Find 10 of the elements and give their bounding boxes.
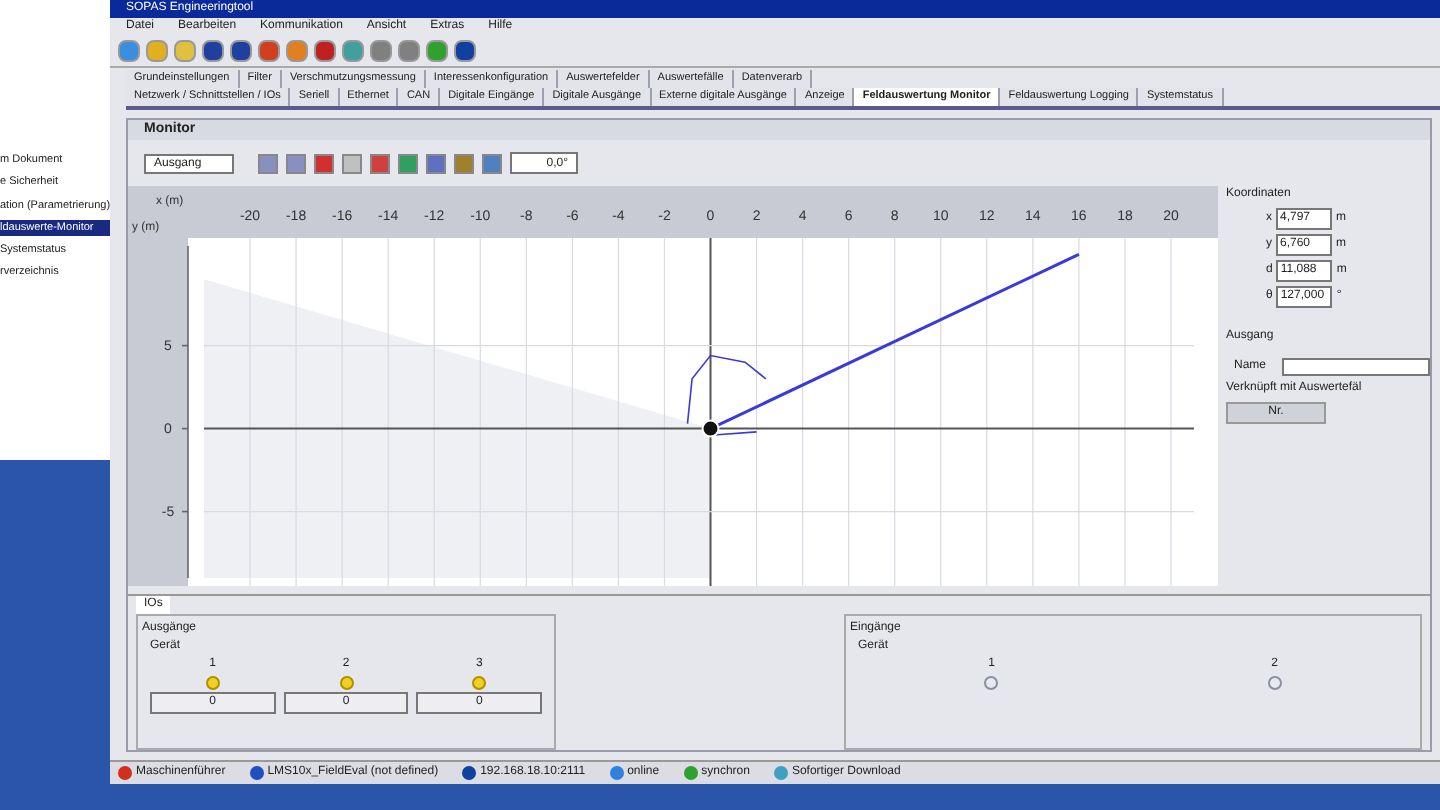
toolbar-icon[interactable] (258, 40, 280, 62)
sensor-icon (701, 419, 720, 438)
name-field[interactable] (1282, 358, 1430, 376)
toolbar-icon[interactable] (454, 40, 476, 62)
toolbar-icon[interactable] (202, 40, 224, 62)
toolbar-icon[interactable] (230, 40, 252, 62)
scan-contour-drawing (686, 354, 767, 437)
toolbar-icon[interactable] (398, 40, 420, 62)
toolbar-icon[interactable] (370, 40, 392, 62)
toolbar-icon[interactable] (314, 40, 336, 62)
